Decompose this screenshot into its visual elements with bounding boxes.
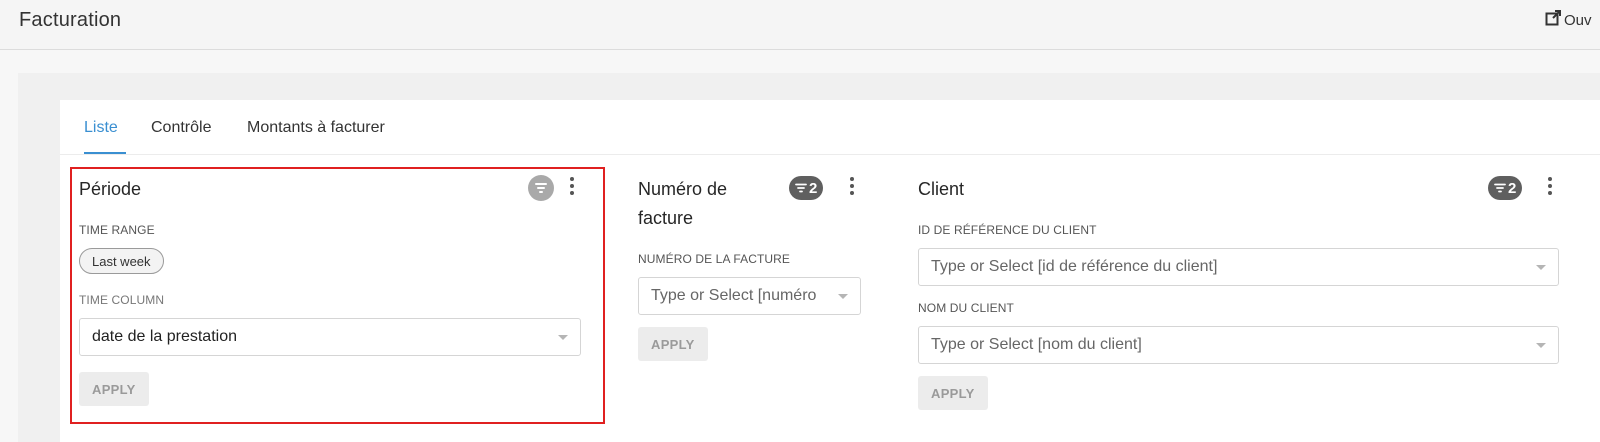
filter-icon [1494, 183, 1506, 193]
external-link-icon [1545, 10, 1561, 30]
client-badge-count: 2 [1508, 179, 1517, 197]
periode-title: Période [79, 179, 142, 199]
periode-apply-button[interactable]: APPLY [79, 372, 149, 406]
client-title: Client [918, 179, 965, 199]
filter-icon[interactable] [528, 175, 554, 201]
chevron-down-icon [558, 335, 568, 340]
chevron-down-icon [1536, 265, 1546, 270]
page-title: Facturation [19, 9, 122, 31]
time-range-chip[interactable]: Last week [79, 248, 164, 274]
more-vertical-icon[interactable] [1545, 176, 1555, 198]
time-column-select[interactable]: date de la prestation [79, 318, 581, 356]
time-range-label: TIME RANGE [79, 223, 155, 237]
active-tab-indicator [84, 152, 126, 154]
numero-facture-label: NUMÉRO DE LA FACTURE [638, 252, 791, 266]
numero-facture-placeholder: Type or Select [numéro [651, 287, 817, 304]
numero-title-line2: facture [638, 208, 694, 228]
tab-montants-a-facturer[interactable]: Montants à facturer [247, 119, 385, 137]
tab-liste[interactable]: Liste [84, 119, 118, 137]
filter-icon [795, 183, 807, 193]
client-filter-badge[interactable]: 2 [1488, 176, 1523, 200]
tab-controle[interactable]: Contrôle [151, 119, 211, 137]
time-column-label: TIME COLUMN [79, 293, 165, 307]
numero-facture-select[interactable]: Type or Select [numéro [638, 277, 861, 315]
time-column-value: date de la prestation [92, 328, 237, 345]
client-name-label: NOM DU CLIENT [918, 301, 1014, 315]
client-name-placeholder: Type or Select [nom du client] [931, 336, 1142, 353]
top-bar: Facturation Ouv [0, 0, 1600, 50]
numero-apply-button[interactable]: APPLY [638, 327, 708, 361]
chevron-down-icon [1536, 343, 1546, 348]
client-ref-select[interactable]: Type or Select [id de référence du clien… [918, 248, 1559, 286]
client-name-select[interactable]: Type or Select [nom du client] [918, 326, 1559, 364]
client-apply-button[interactable]: APPLY [918, 376, 988, 410]
client-ref-placeholder: Type or Select [id de référence du clien… [931, 258, 1218, 275]
client-ref-label: ID DE RÉFÉRENCE DU CLIENT [918, 223, 1097, 237]
open-external-link[interactable]: Ouv [1545, 10, 1592, 30]
numero-title-line1: Numéro de [638, 179, 728, 199]
numero-filter-badge[interactable]: 2 [789, 176, 824, 200]
chevron-down-icon [838, 294, 848, 299]
open-link-label: Ouv [1564, 11, 1592, 29]
more-vertical-icon[interactable] [847, 176, 857, 198]
more-vertical-icon[interactable] [567, 176, 577, 198]
numero-badge-count: 2 [809, 179, 818, 197]
